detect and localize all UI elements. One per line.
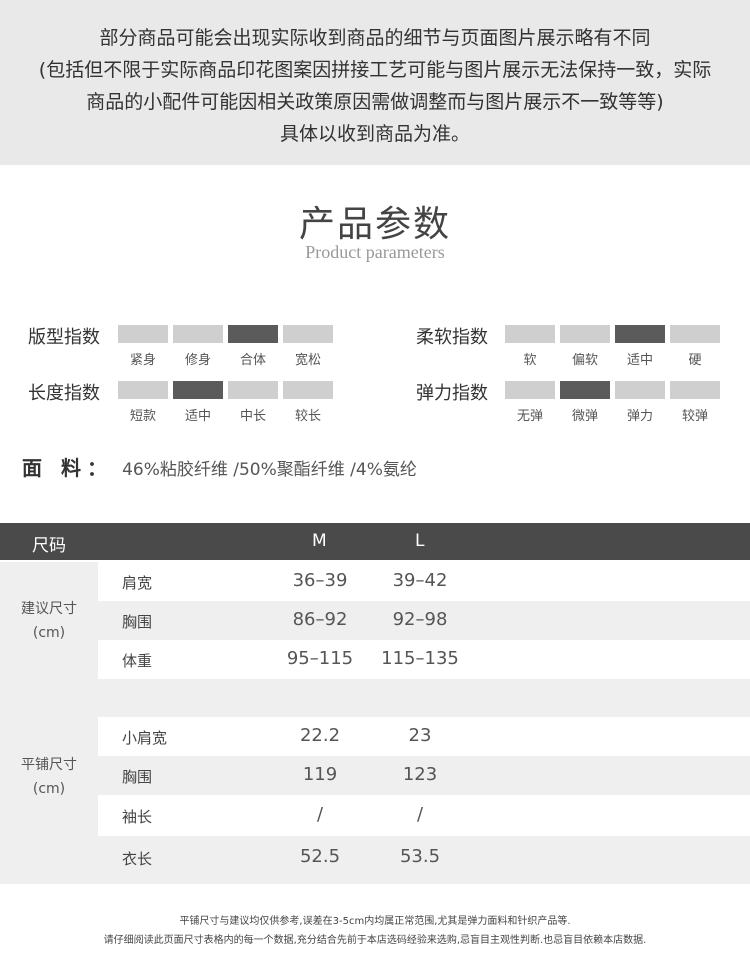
cell-m: 22.2 — [299, 725, 341, 746]
fit-segment — [283, 325, 333, 343]
softness-segment — [560, 325, 610, 343]
softness-segment-active — [615, 325, 665, 343]
cell-l: 123 — [402, 764, 438, 785]
table-row: 袖长 / / — [98, 796, 750, 835]
length-segment — [283, 381, 333, 399]
fabric-label: 面 料： — [22, 456, 113, 480]
size-header-l: L — [415, 531, 425, 551]
table-row: 衣长 52.5 53.5 — [98, 836, 750, 884]
cell-m: / — [316, 804, 324, 825]
elasticity-segment — [670, 381, 720, 399]
softness-option-label: 硬 — [688, 353, 702, 368]
cell-l: 23 — [408, 725, 432, 746]
cell-m: 36–39 — [292, 570, 348, 591]
fit-option-label: 紧身 — [129, 353, 156, 368]
size-group-flat: 平铺尺寸 (cm) — [0, 716, 98, 884]
row-name: 胸围 — [122, 768, 153, 786]
fit-segment — [118, 325, 168, 343]
fit-option-label: 合体 — [239, 353, 266, 368]
softness-option-label: 软 — [523, 353, 537, 368]
fit-segment — [173, 325, 223, 343]
elasticity-segment — [505, 381, 555, 399]
softness-option-label: 适中 — [626, 353, 653, 368]
size-header-m: M — [312, 531, 327, 551]
notice-line-2: (包括但不限于实际商品印花图案因拼接工艺可能与图片展示无法保持一致，实际 — [38, 59, 712, 81]
elasticity-option-label: 无弹 — [516, 409, 543, 424]
row-name: 袖长 — [122, 808, 153, 826]
elasticity-option-label: 较弹 — [681, 409, 708, 424]
fit-segment-active — [228, 325, 278, 343]
footer-note-1: 平铺尺寸与建议均仅供参考,误差在3-5cm内均属正常范围,尤其是弹力面料和针织产… — [179, 916, 571, 927]
cell-l: 39–42 — [392, 570, 448, 591]
length-option-label: 中长 — [239, 409, 266, 424]
footer-note-2: 请仔细阅读此页面尺寸表格内的每一个数据,充分结合先前于本店选码经验来选购,忌盲目… — [103, 935, 647, 946]
length-index-label: 长度指数 — [28, 383, 100, 404]
size-group-suggested: 建议尺寸 (cm) — [0, 562, 98, 716]
table-row: 胸围 119 123 — [98, 756, 750, 795]
section-subtitle: Product parameters — [305, 242, 445, 262]
elasticity-segment — [615, 381, 665, 399]
group-unit: (cm) — [32, 625, 66, 641]
cell-l: 92–98 — [392, 609, 448, 630]
cell-l: 53.5 — [399, 846, 441, 867]
group-name: 建议尺寸 — [21, 601, 77, 617]
size-header-label: 尺码 — [32, 536, 66, 556]
section-title: 产品参数 — [298, 204, 451, 245]
fit-option-label: 宽松 — [294, 353, 321, 368]
notice-banner: 部分商品可能会出现实际收到商品的细节与页面图片展示略有不同 (包括但不限于实际商… — [0, 0, 750, 165]
fabric-info: 面 料： 46%粘胶纤维 /50%聚酯纤维 /4%氨纶 — [22, 452, 417, 481]
length-option-label: 短款 — [129, 409, 156, 424]
elasticity-index-label: 弹力指数 — [416, 383, 488, 404]
cell-m: 119 — [302, 764, 338, 785]
cell-l: 115–135 — [381, 648, 459, 669]
row-name: 体重 — [122, 652, 153, 670]
row-name: 小肩宽 — [122, 729, 168, 747]
group-name: 平铺尺寸 — [21, 757, 77, 773]
cell-m: 52.5 — [299, 846, 341, 867]
notice-line-1: 部分商品可能会出现实际收到商品的细节与页面图片展示略有不同 — [99, 27, 651, 49]
cell-m: 95–115 — [286, 648, 354, 669]
length-segment — [118, 381, 168, 399]
fit-index-label: 版型指数 — [28, 327, 100, 348]
notice-line-4: 具体以收到商品为准。 — [279, 123, 470, 145]
table-row: 胸围 86–92 92–98 — [98, 601, 750, 640]
table-row: 体重 95–115 115–135 — [98, 640, 750, 679]
fit-option-label: 修身 — [184, 353, 211, 368]
table-spacer-row — [98, 679, 750, 717]
row-name: 胸围 — [122, 613, 153, 631]
table-row: 肩宽 36–39 39–42 — [98, 562, 750, 601]
fabric-value: 46%粘胶纤维 /50%聚酯纤维 /4%氨纶 — [122, 460, 417, 480]
length-option-label: 适中 — [184, 409, 211, 424]
row-name: 肩宽 — [122, 574, 153, 592]
elasticity-option-label: 弹力 — [626, 409, 653, 424]
cell-l: / — [416, 804, 424, 825]
softness-segment — [505, 325, 555, 343]
length-segment-active — [173, 381, 223, 399]
elasticity-segment-active — [560, 381, 610, 399]
group-unit: (cm) — [32, 781, 66, 797]
elasticity-option-label: 微弹 — [571, 409, 598, 424]
softness-segment — [670, 325, 720, 343]
size-table-header: 尺码 M L — [0, 523, 750, 560]
cell-m: 86–92 — [292, 609, 348, 630]
table-row: 小肩宽 22.2 23 — [98, 717, 750, 756]
softness-option-label: 偏软 — [571, 353, 598, 368]
notice-line-3: 商品的小配件可能因相关政策原因需做调整而与图片展示不一致等等) — [86, 91, 664, 113]
length-segment — [228, 381, 278, 399]
softness-index-label: 柔软指数 — [416, 327, 488, 348]
length-option-label: 较长 — [294, 409, 321, 424]
row-name: 衣长 — [122, 850, 153, 868]
